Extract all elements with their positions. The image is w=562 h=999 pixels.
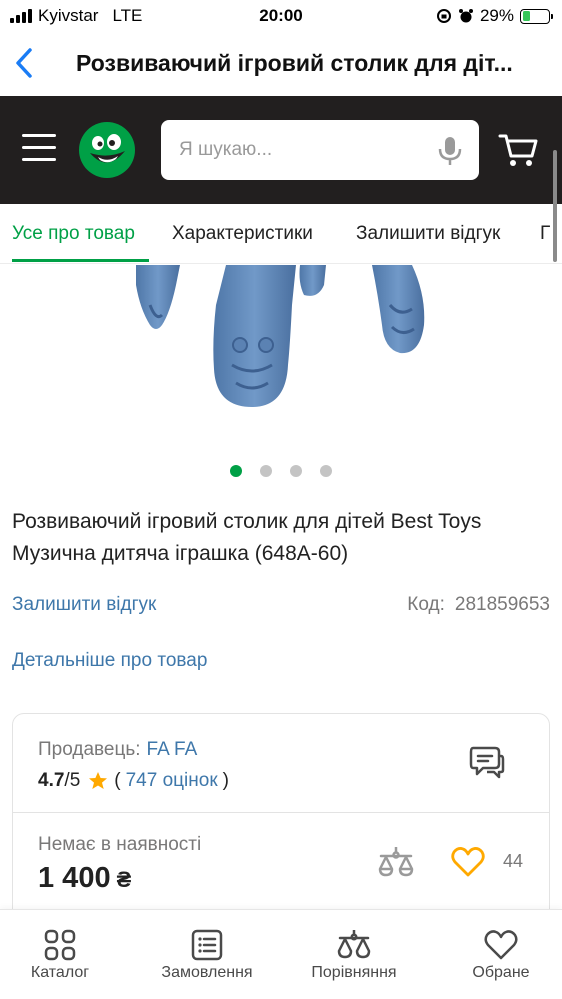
status-bar: Kyivstar LTE 20:00 29% [0,0,562,32]
search-box[interactable] [161,120,479,180]
active-tab-indicator [12,259,149,262]
scroll-indicator [553,150,557,262]
screen-rotation-lock-icon [436,9,451,23]
nav-compare-label: Порівняння [311,964,397,981]
tab-more[interactable]: Г [540,223,550,245]
seller-name-link[interactable]: FA FA [147,739,198,760]
price: 1 400 ₴ [38,862,131,895]
alarm-icon [458,9,473,23]
rating-value: 4.7 [38,770,65,791]
catalog-icon [44,929,76,961]
title-bar: Розвиваючий ігровий столик для діт... [0,32,562,96]
product-code-value: 281859653 [454,594,550,615]
logo-icon[interactable] [78,121,136,179]
nav-favorites-label: Обране [472,964,530,981]
tab-all-about[interactable]: Усе про товар [12,223,135,245]
leave-review-link[interactable]: Залишити відгук [12,594,156,616]
chat-icon[interactable] [469,744,505,780]
gallery-dots [0,465,562,479]
cart-icon[interactable] [498,132,538,168]
compare-icon [337,930,371,959]
star-icon [89,772,108,789]
seller-rating: 4.7 /5 ( 747 оцінок ) [38,770,229,792]
product-image[interactable] [0,265,562,453]
seller-line: Продавець: FA FA [38,739,197,761]
gallery-dot[interactable] [260,465,272,477]
page-title: Розвиваючий ігровий столик для діт... [76,50,513,76]
favorites-count: 44 [503,851,524,871]
battery-percent: 29% [479,6,514,25]
bottom-nav: Каталог Замовлення Порівняння Обране [0,909,562,999]
microphone-icon[interactable] [437,135,463,167]
availability-status: Немає в наявності [38,834,202,855]
tab-characteristics[interactable]: Характеристики [172,223,313,245]
nav-orders[interactable]: Замовлення [137,910,277,999]
product-code-label: Код: [407,594,445,615]
orders-icon [191,929,223,961]
price-currency: ₴ [116,867,132,892]
nav-orders-label: Замовлення [161,964,253,981]
nav-catalog-label: Каталог [30,964,90,981]
gallery-dot[interactable] [230,465,242,477]
price-value: 1 400 [38,862,111,894]
product-title: Розвиваючий ігровий столик для дітей Bes… [12,510,482,565]
battery-icon [520,8,553,24]
compare-icon[interactable] [377,844,415,880]
gallery-dot[interactable] [320,465,332,477]
nav-catalog[interactable]: Каталог [0,910,130,999]
product-code: Код: 281859653 [407,594,550,616]
rating-count-link[interactable]: 747 оцінок [126,770,218,792]
rating-close-paren: ) [222,770,229,791]
product-details-link[interactable]: Детальніше про товар [12,650,207,672]
rating-open-paren: ( [114,770,121,791]
search-input[interactable] [179,136,419,164]
card-divider [13,812,549,813]
site-header [0,96,562,204]
seller-label: Продавець: [38,739,141,760]
heart-icon[interactable] [451,846,485,878]
nav-compare[interactable]: Порівняння [284,910,424,999]
heart-icon [484,930,518,960]
rating-max: /5 [64,770,81,791]
product-tabs: Усе про товар Характеристики Залишити ві… [0,204,562,264]
back-chevron-icon[interactable] [10,46,42,80]
tab-leave-review[interactable]: Залишити відгук [356,223,500,245]
nav-favorites[interactable]: Обране [431,910,562,999]
gallery-dot[interactable] [290,465,302,477]
menu-icon[interactable] [22,134,56,162]
